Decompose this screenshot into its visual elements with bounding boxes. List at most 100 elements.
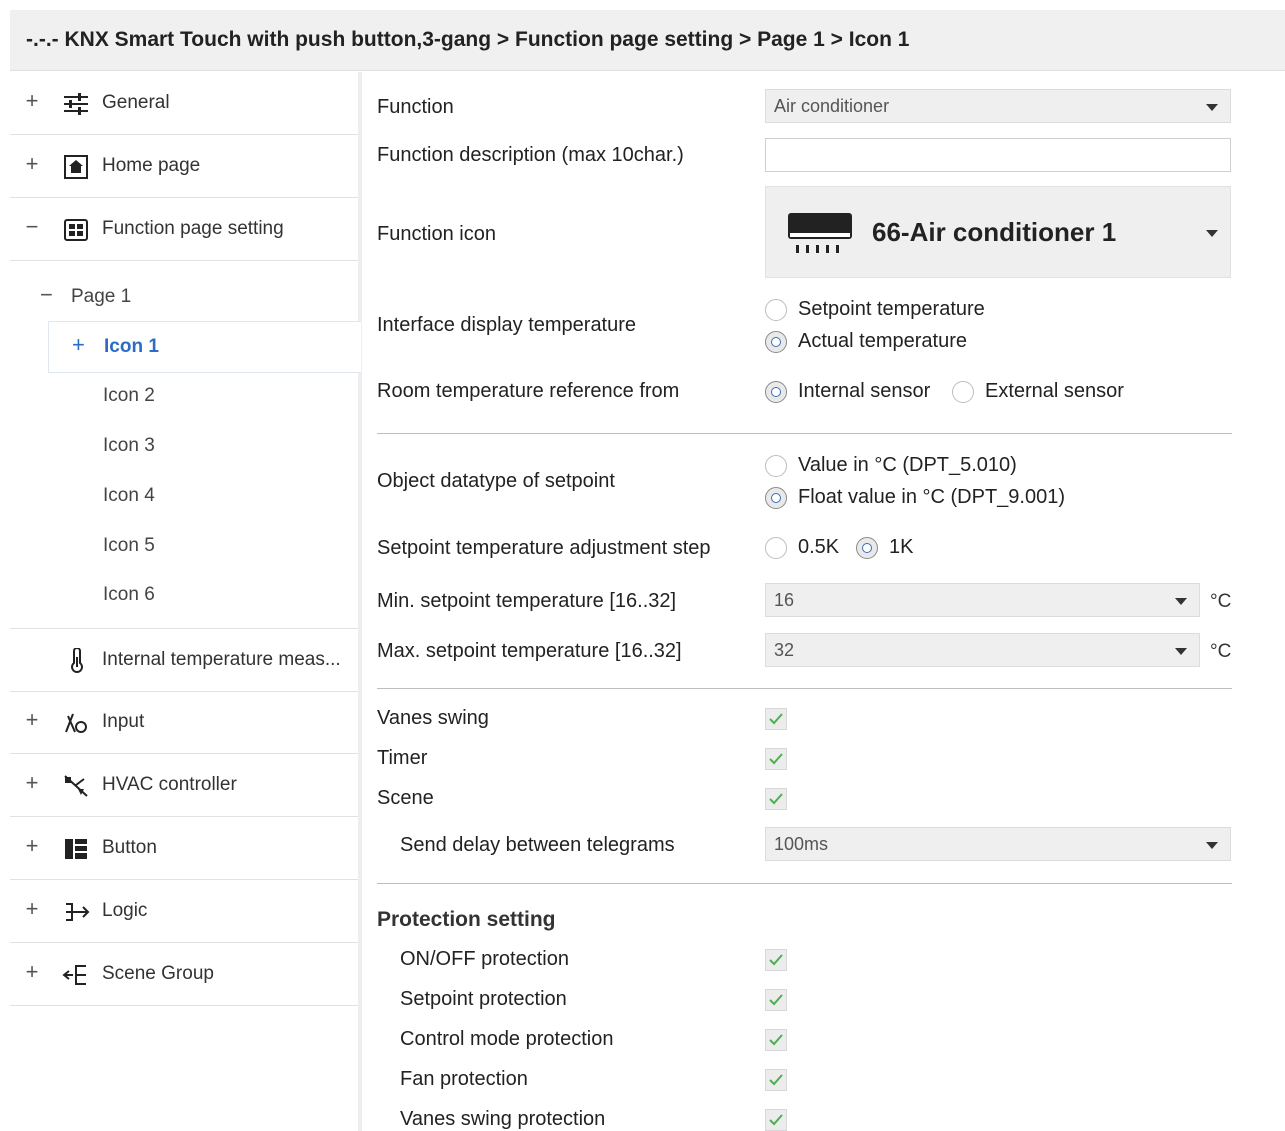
sidebar-item-label: Button (102, 837, 157, 858)
vanes-swing-checkbox[interactable] (765, 708, 787, 730)
collapse-toggle[interactable]: − (24, 214, 40, 240)
sidebar-item-icon-5[interactable]: Icon 5 (10, 521, 358, 571)
actual-temperature-radio[interactable] (765, 331, 787, 353)
sidebar-item-label: Function page setting (102, 218, 284, 239)
sidebar-item-label: HVAC controller (102, 774, 237, 795)
send-delay-select[interactable]: 100ms (765, 827, 1231, 861)
expand-toggle[interactable]: + (24, 896, 40, 922)
collapse-toggle[interactable]: − (40, 282, 53, 308)
internal-sensor-option: Internal sensor (798, 380, 931, 402)
sidebar-item-scene-group[interactable]: + Scene Group (10, 943, 358, 1006)
dpt-9001-option: Float value in °C (DPT_9.001) (798, 486, 1066, 508)
scene-group-icon (62, 962, 90, 988)
unit-label: °C (1210, 591, 1232, 612)
dpt-9001-radio[interactable] (765, 487, 787, 509)
min-setpoint-select[interactable]: 16 (765, 583, 1200, 617)
sidebar-item-icon-2[interactable]: Icon 2 (10, 371, 358, 421)
timer-checkbox[interactable] (765, 748, 787, 770)
sidebar-item-general[interactable]: + General (10, 72, 358, 135)
scene-checkbox[interactable] (765, 788, 787, 810)
display-temperature-label: Interface display temperature (377, 314, 637, 336)
control-mode-protection-checkbox[interactable] (765, 1029, 787, 1051)
expand-toggle[interactable]: + (24, 151, 40, 177)
actual-temperature-option: Actual temperature (798, 330, 967, 352)
sidebar-item-icon-3[interactable]: Icon 3 (10, 421, 358, 471)
send-delay-label: Send delay between telegrams (400, 834, 675, 856)
chevron-down-icon (1206, 842, 1218, 849)
chevron-down-icon (1206, 230, 1218, 237)
protection-section-title: Protection setting (377, 908, 556, 931)
setpoint-temperature-option: Setpoint temperature (798, 298, 985, 320)
function-icon-select[interactable]: 66-Air conditioner 1 (765, 186, 1231, 278)
sidebar-item-label: Icon 2 (103, 385, 155, 406)
expand-toggle[interactable]: + (24, 88, 40, 114)
sidebar-item-icon-1[interactable]: + Icon 1 (48, 321, 361, 373)
sidebar-item-icon-4[interactable]: Icon 4 (10, 471, 358, 521)
send-delay-value: 100ms (774, 834, 829, 854)
title-bar: -.-.- KNX Smart Touch with push button,3… (10, 10, 1285, 71)
max-setpoint-label: Max. setpoint temperature [16..32] (377, 640, 682, 662)
checkmark-icon (769, 1114, 783, 1126)
sidebar-item-internal-temperature[interactable]: Internal temperature meas... (10, 628, 358, 692)
sidebar-item-function-page-setting[interactable]: − Function page setting (10, 198, 358, 261)
sidebar-item-logic[interactable]: + Logic (10, 880, 358, 943)
sidebar-item-page-1[interactable]: − Page 1 (10, 272, 358, 322)
home-icon (62, 154, 90, 180)
function-description-input[interactable] (765, 138, 1231, 172)
sidebar-item-button[interactable]: + Button (10, 817, 358, 880)
divider (377, 688, 1232, 689)
setpoint-protection-checkbox[interactable] (765, 989, 787, 1011)
fan-protection-checkbox[interactable] (765, 1069, 787, 1091)
chevron-down-icon (1206, 104, 1218, 111)
expand-toggle[interactable]: + (24, 959, 40, 985)
function-select[interactable]: Air conditioner (765, 89, 1231, 123)
sidebar-item-hvac-controller[interactable]: + HVAC controller (10, 754, 358, 817)
setpoint-temperature-radio[interactable] (765, 299, 787, 321)
checkmark-icon (769, 1034, 783, 1046)
max-setpoint-select[interactable]: 32 (765, 633, 1200, 667)
unit-label: °C (1210, 641, 1232, 662)
sidebar-item-label: Icon 4 (103, 485, 155, 506)
button-icon (62, 836, 90, 862)
room-temperature-reference-label: Room temperature reference from (377, 380, 680, 402)
dpt-5010-radio[interactable] (765, 455, 787, 477)
chevron-down-icon (1175, 648, 1187, 655)
external-sensor-radio[interactable] (952, 381, 974, 403)
sidebar-item-icon-6[interactable]: Icon 6 (10, 570, 358, 620)
checkmark-icon (769, 793, 783, 805)
sidebar-item-label: Input (102, 711, 145, 732)
on-off-protection-checkbox[interactable] (765, 949, 787, 971)
sidebar-item-label: Icon 1 (104, 336, 159, 357)
vanes-swing-protection-checkbox[interactable] (765, 1109, 787, 1131)
sidebar-item-home-page[interactable]: + Home page (10, 135, 358, 198)
air-conditioner-icon (788, 213, 852, 262)
logic-icon (62, 899, 90, 925)
expand-toggle[interactable]: + (72, 332, 85, 358)
min-setpoint-label: Min. setpoint temperature [16..32] (377, 590, 677, 612)
checkmark-icon (769, 954, 783, 966)
breadcrumb: -.-.- KNX Smart Touch with push button,3… (26, 28, 910, 51)
function-description-label: Function description (max 10char.) (377, 144, 684, 166)
step-1k-radio[interactable] (856, 537, 878, 559)
min-setpoint-value: 16 (774, 590, 795, 610)
internal-sensor-radio[interactable] (765, 381, 787, 403)
hvac-icon (62, 773, 90, 799)
expand-toggle[interactable]: + (24, 833, 40, 859)
thermometer-icon (62, 647, 90, 674)
sidebar-item-input[interactable]: + Input (10, 691, 358, 754)
sidebar-item-label: Internal temperature meas... (102, 649, 341, 670)
function-icon-value: 66-Air conditioner 1 (872, 217, 1117, 247)
expand-toggle[interactable]: + (24, 707, 40, 733)
dpt-5010-option: Value in °C (DPT_5.010) (798, 454, 1017, 476)
step-05k-radio[interactable] (765, 537, 787, 559)
function-icon-label: Function icon (377, 223, 496, 245)
grid-icon (62, 217, 90, 243)
vanes-swing-label: Vanes swing (377, 707, 489, 729)
checkmark-icon (769, 713, 783, 725)
input-icon (62, 710, 90, 736)
function-label: Function (377, 96, 454, 118)
sidebar-item-label: Icon 6 (103, 584, 155, 605)
sidebar-item-label: Home page (102, 155, 201, 176)
external-sensor-option: External sensor (985, 380, 1124, 402)
expand-toggle[interactable]: + (24, 770, 40, 796)
